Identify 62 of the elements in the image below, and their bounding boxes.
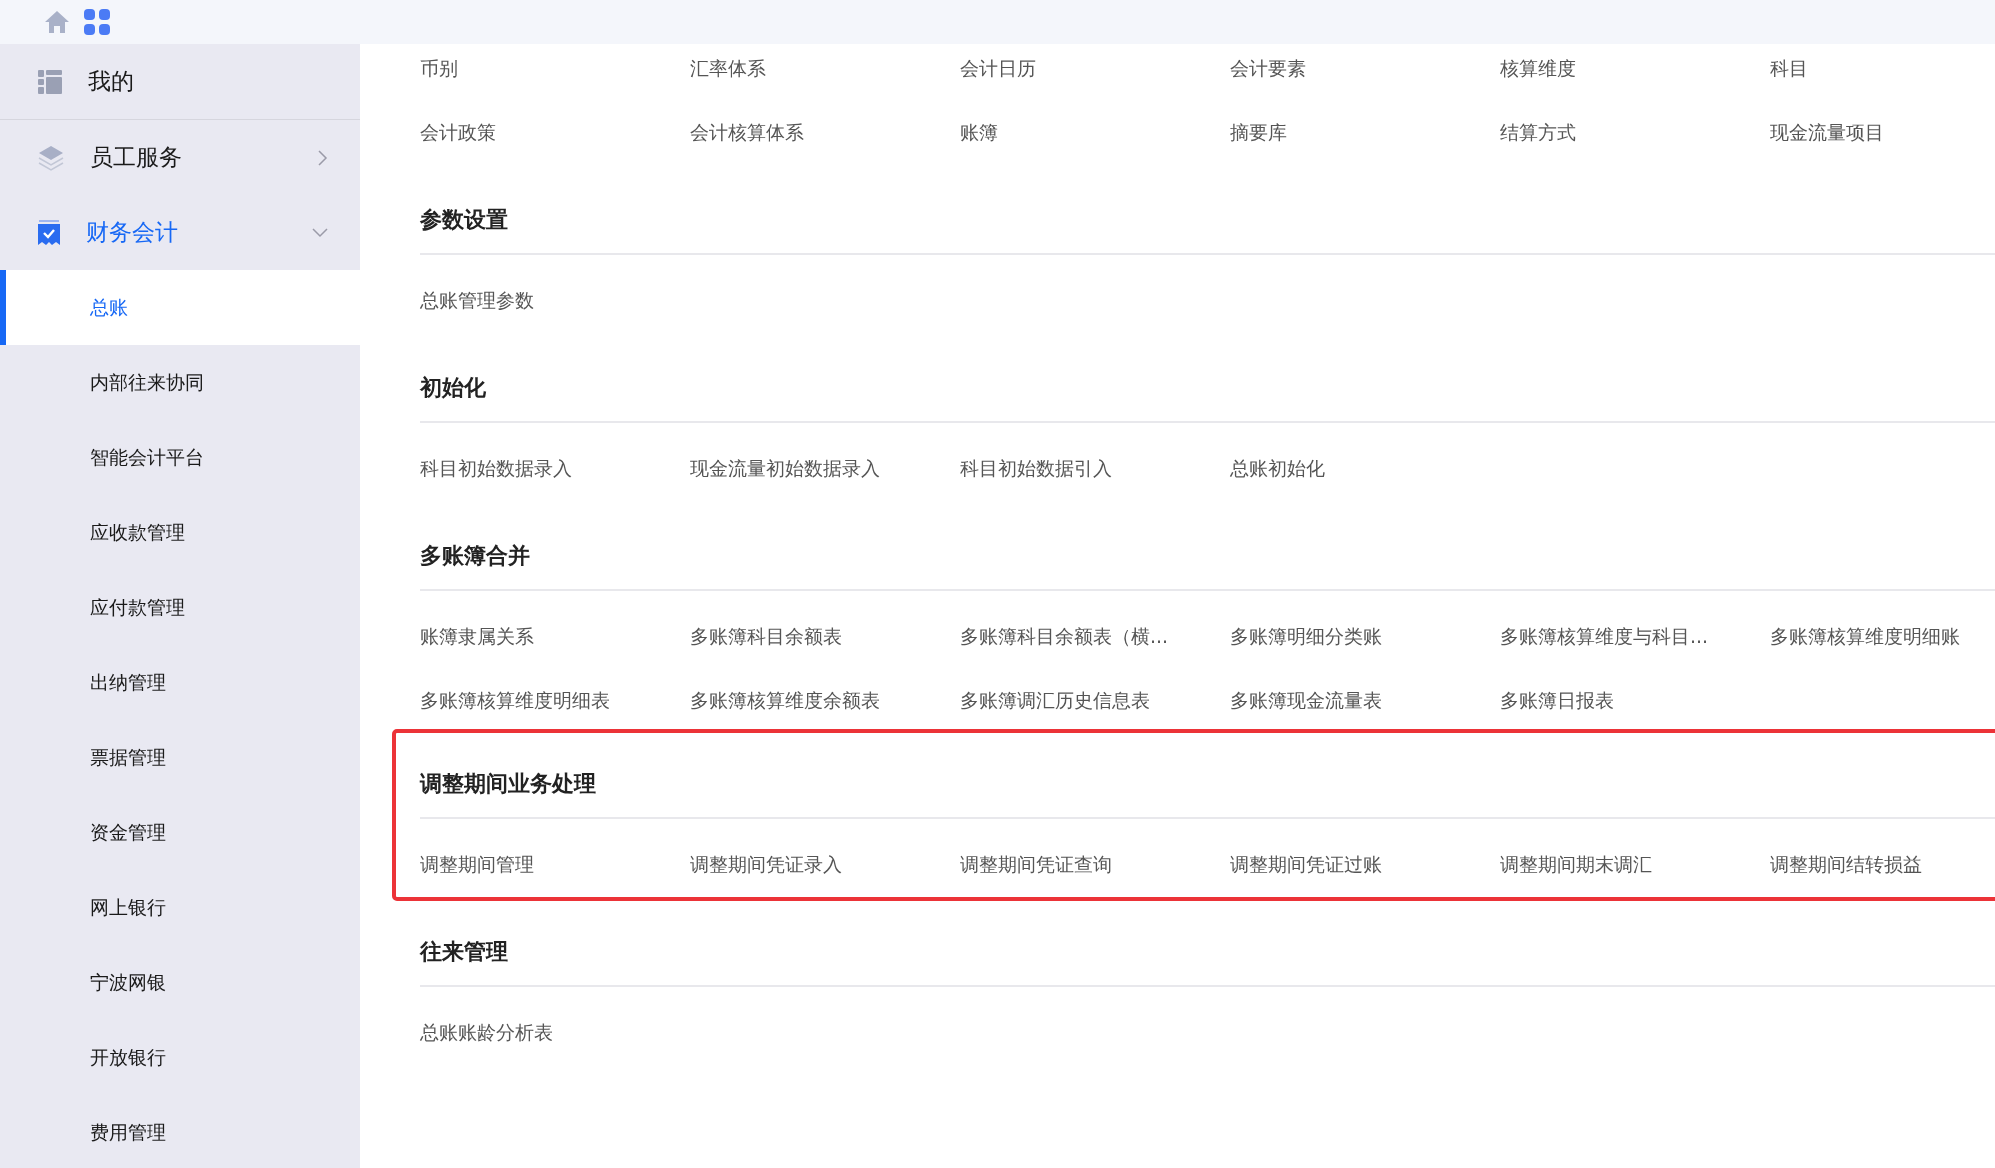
function-link[interactable]: 总账管理参数 — [420, 269, 690, 333]
menu-item[interactable]: 智能会计平台 — [0, 420, 360, 495]
function-link[interactable]: 账簿 — [960, 101, 1230, 165]
function-link[interactable]: 多账簿日报表 — [1500, 669, 1770, 733]
function-link[interactable]: 会计核算体系 — [690, 101, 960, 165]
dashboard-icon — [38, 69, 62, 94]
section-title: 初始化 — [420, 355, 1995, 423]
menu-item[interactable]: 总账 — [0, 270, 360, 345]
function-link[interactable]: 调整期间结转损益 — [1770, 833, 1995, 897]
function-link[interactable]: 多账簿核算维度与科目... — [1500, 605, 1770, 669]
function-link[interactable]: 多账簿核算维度明细表 — [420, 669, 690, 733]
function-link[interactable]: 核算维度 — [1500, 37, 1770, 101]
function-link[interactable]: 汇率体系 — [690, 37, 960, 101]
function-link[interactable]: 账簿隶属关系 — [420, 605, 690, 669]
layers-icon — [38, 144, 64, 171]
function-link[interactable]: 调整期间凭证录入 — [690, 833, 960, 897]
function-link[interactable]: 总账账龄分析表 — [420, 1001, 690, 1065]
menu-item[interactable]: 出纳管理 — [0, 645, 360, 720]
function-link[interactable]: 多账簿核算维度余额表 — [690, 669, 960, 733]
menu-item[interactable]: 开放银行 — [0, 1020, 360, 1095]
function-link[interactable]: 多账簿核算维度明细账 — [1770, 605, 1995, 669]
menu-item[interactable]: 资金管理 — [0, 795, 360, 870]
checklist-icon — [38, 219, 60, 246]
function-link[interactable]: 科目初始数据录入 — [420, 437, 690, 501]
function-link[interactable]: 多账簿调汇历史信息表 — [960, 669, 1230, 733]
function-link[interactable]: 调整期间管理 — [420, 833, 690, 897]
function-link[interactable]: 多账簿现金流量表 — [1230, 669, 1500, 733]
menu-item[interactable]: 内部往来协同 — [0, 345, 360, 420]
menu-item[interactable]: 网上银行 — [0, 870, 360, 945]
function-link[interactable]: 摘要库 — [1230, 101, 1500, 165]
section-title: 多账簿合并 — [420, 523, 1995, 591]
function-link[interactable]: 多账簿明细分类账 — [1230, 605, 1500, 669]
menu-group[interactable]: 我的 — [0, 44, 360, 120]
function-link[interactable]: 调整期间凭证过账 — [1230, 833, 1500, 897]
section-title: 参数设置 — [420, 187, 1995, 255]
menu-group[interactable]: 财务会计 — [0, 195, 360, 270]
menu-item[interactable]: 费用管理 — [0, 1095, 360, 1168]
function-link[interactable]: 会计政策 — [420, 101, 690, 165]
function-link[interactable]: 调整期间凭证查询 — [960, 833, 1230, 897]
menu-item[interactable]: 应付款管理 — [0, 570, 360, 645]
function-link[interactable]: 总账初始化 — [1230, 437, 1500, 501]
function-link[interactable]: 科目 — [1770, 37, 1995, 101]
function-link[interactable]: 现金流量初始数据录入 — [690, 437, 960, 501]
section-title: 往来管理 — [420, 919, 1995, 987]
function-link[interactable]: 币别 — [420, 37, 690, 101]
menu-item[interactable]: 票据管理 — [0, 720, 360, 795]
menu-item[interactable]: 应收款管理 — [0, 495, 360, 570]
menu-group[interactable]: 员工服务 — [0, 120, 360, 195]
apps-icon[interactable] — [84, 9, 110, 35]
menu-item[interactable]: 宁波网银 — [0, 945, 360, 1020]
chevron-right-icon — [318, 149, 328, 166]
function-link[interactable]: 多账簿科目余额表（横... — [960, 605, 1230, 669]
function-link[interactable]: 现金流量项目 — [1770, 101, 1995, 165]
function-link[interactable]: 科目初始数据引入 — [960, 437, 1230, 501]
function-link[interactable]: 调整期间期末调汇 — [1500, 833, 1770, 897]
function-link[interactable]: 结算方式 — [1500, 101, 1770, 165]
function-link[interactable]: 会计要素 — [1230, 37, 1500, 101]
chevron-down-icon — [312, 227, 328, 238]
function-link[interactable]: 多账簿科目余额表 — [690, 605, 960, 669]
function-link[interactable]: 会计日历 — [960, 37, 1230, 101]
home-icon[interactable] — [44, 10, 70, 34]
section-title: 调整期间业务处理 — [420, 751, 1995, 819]
